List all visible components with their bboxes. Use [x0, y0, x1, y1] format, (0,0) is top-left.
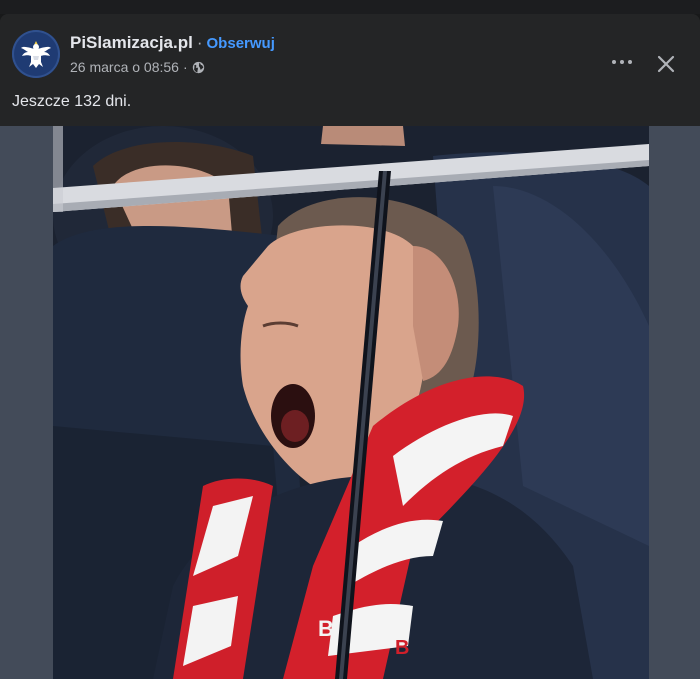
close-button[interactable] [652, 50, 680, 78]
name-separator: · [196, 33, 203, 52]
post-meta: 26 marca o 08:56 · [70, 59, 205, 75]
post-media-area: B B [0, 126, 700, 679]
white-eagle-icon [21, 41, 51, 68]
close-icon [657, 55, 675, 73]
top-bar [0, 0, 700, 14]
meta-separator: · [182, 59, 188, 75]
post-text: Jeszcze 132 dni. [12, 93, 132, 110]
post-header: PiSlamizacja.pl · Obserwuj 26 marca o 08:5… [0, 14, 700, 126]
post-card: PiSlamizacja.pl · Obserwuj 26 marca o 08:5… [0, 14, 700, 679]
post-timestamp[interactable]: 26 marca o 08:56 [70, 59, 179, 75]
scarf-letter-right: B [395, 637, 409, 659]
more-options-button[interactable] [604, 50, 640, 74]
post-photo[interactable]: B B [53, 126, 649, 679]
more-horizontal-icon [620, 60, 624, 64]
more-horizontal-icon [628, 60, 632, 64]
page-avatar[interactable] [12, 30, 60, 78]
page-name-row: PiSlamizacja.pl · Obserwuj [70, 33, 275, 54]
follow-button[interactable]: Obserwuj [207, 35, 275, 52]
page-name-link[interactable]: PiSlamizacja.pl [70, 33, 193, 52]
globe-icon[interactable] [192, 61, 205, 74]
scarf-letter-left: B [318, 616, 334, 641]
photo-illustration: B B [53, 126, 649, 679]
more-horizontal-icon [612, 60, 616, 64]
